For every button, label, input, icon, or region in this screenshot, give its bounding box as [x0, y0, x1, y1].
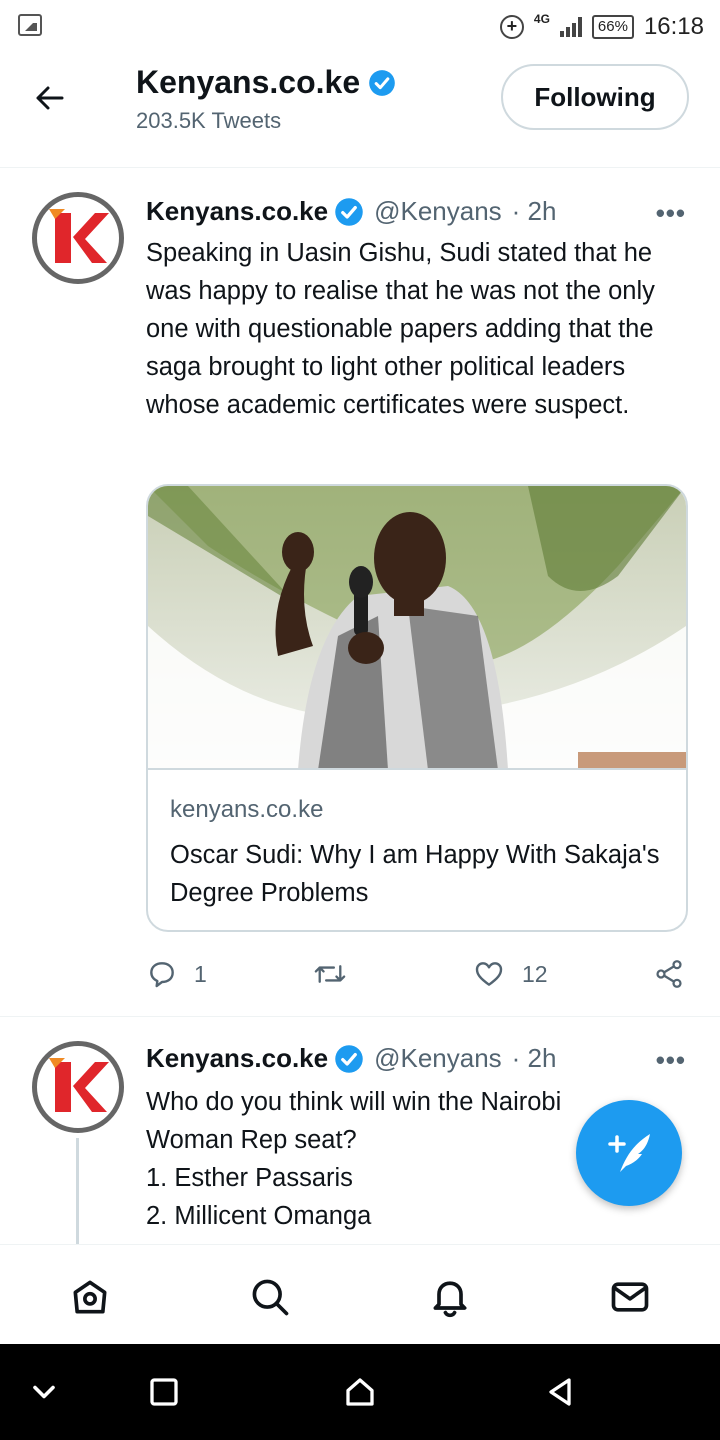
author-handle[interactable]: @Kenyans: [374, 196, 502, 227]
notifications-icon: [433, 1281, 467, 1318]
share-button[interactable]: [652, 958, 686, 990]
card-domain: kenyans.co.ke: [170, 796, 324, 823]
compose-tweet-button[interactable]: [576, 1100, 682, 1206]
thread-connector: [76, 1138, 79, 1244]
author-name[interactable]: Kenyans.co.ke: [146, 196, 328, 227]
back-system-button[interactable]: [542, 1374, 578, 1410]
link-card[interactable]: kenyans.co.ke Oscar Sudi: Why I am Happy…: [146, 484, 688, 932]
nav-search[interactable]: [248, 1275, 292, 1319]
profile-header: Kenyans.co.ke 203.5K Tweets Following: [0, 52, 720, 168]
reply-button[interactable]: 1: [146, 958, 207, 990]
avatar[interactable]: [32, 1041, 124, 1133]
more-options-button[interactable]: •••: [656, 198, 686, 229]
recents-button[interactable]: [146, 1374, 182, 1410]
status-bar-right: + 4G 66% 16:18: [499, 10, 704, 44]
speaker-photo: [148, 486, 686, 768]
home-system-icon: [346, 1378, 374, 1406]
tweet-time: · 2h: [511, 196, 557, 226]
heart-icon: [475, 962, 503, 986]
compose-tweet-icon: [608, 1134, 650, 1172]
more-options-button[interactable]: •••: [656, 1045, 686, 1076]
signal-icon: [559, 17, 582, 37]
share-icon: [656, 960, 682, 988]
gallery-notification-icon: [18, 14, 42, 36]
card-title: Oscar Sudi: Why I am Happy With Sakaja's…: [170, 841, 660, 907]
chevron-down-icon: [33, 1385, 55, 1399]
arrow-left-icon: [36, 86, 64, 110]
following-button[interactable]: Following: [501, 64, 689, 130]
messages-icon: [611, 1282, 649, 1312]
profile-name: Kenyans.co.ke: [136, 64, 361, 100]
tweet-time: · 2h: [511, 1043, 557, 1073]
tweet-header: Kenyans.co.ke @Kenyans · 2h: [146, 196, 556, 227]
like-count: 12: [522, 960, 548, 987]
nav-notifications[interactable]: [428, 1275, 472, 1319]
tweet[interactable]: Kenyans.co.ke @Kenyans · 2h ••• Speaking…: [0, 168, 720, 1016]
like-button[interactable]: 12: [472, 958, 548, 990]
nav-home[interactable]: [68, 1275, 112, 1319]
profile-title: Kenyans.co.ke: [136, 64, 396, 101]
clock: 16:18: [643, 13, 704, 40]
tweet-header: Kenyans.co.ke @Kenyans · 2h: [146, 1043, 556, 1074]
card-image: [148, 486, 686, 770]
battery-indicator: 66%: [591, 15, 634, 39]
search-icon: [252, 1279, 289, 1316]
retweet-button[interactable]: [312, 958, 364, 990]
kenyans-logo: [49, 1058, 109, 1112]
kenyans-logo: [49, 209, 109, 263]
hide-nav-button[interactable]: [26, 1374, 62, 1410]
data-saver-icon: +: [499, 15, 524, 39]
tweet-text: Speaking in Uasin Gishu, Sudi stated tha…: [146, 239, 655, 419]
home-system-button[interactable]: [342, 1374, 378, 1410]
retweet-icon: [314, 965, 346, 983]
back-button[interactable]: [30, 78, 70, 118]
system-navigation-bar: [0, 1344, 720, 1440]
tweet-actions: 1 12: [146, 958, 692, 992]
avatar[interactable]: [32, 192, 124, 284]
nav-messages[interactable]: [608, 1275, 652, 1319]
reply-icon: [150, 962, 174, 988]
verified-badge-icon: [335, 197, 363, 226]
author-name[interactable]: Kenyans.co.ke: [146, 1043, 328, 1074]
verified-badge-icon: [335, 1044, 363, 1073]
author-handle[interactable]: @Kenyans: [374, 1043, 502, 1074]
bottom-navigation: [0, 1244, 720, 1344]
network-type: 4G: [533, 12, 550, 26]
home-icon: [73, 1280, 107, 1314]
tweet-count: 203.5K Tweets: [136, 108, 282, 133]
reply-count: 1: [194, 960, 207, 987]
status-bar: + 4G 66% 16:18: [0, 0, 720, 52]
recents-icon: [150, 1378, 178, 1406]
back-system-icon: [549, 1378, 571, 1406]
verified-badge-icon: [369, 69, 395, 96]
